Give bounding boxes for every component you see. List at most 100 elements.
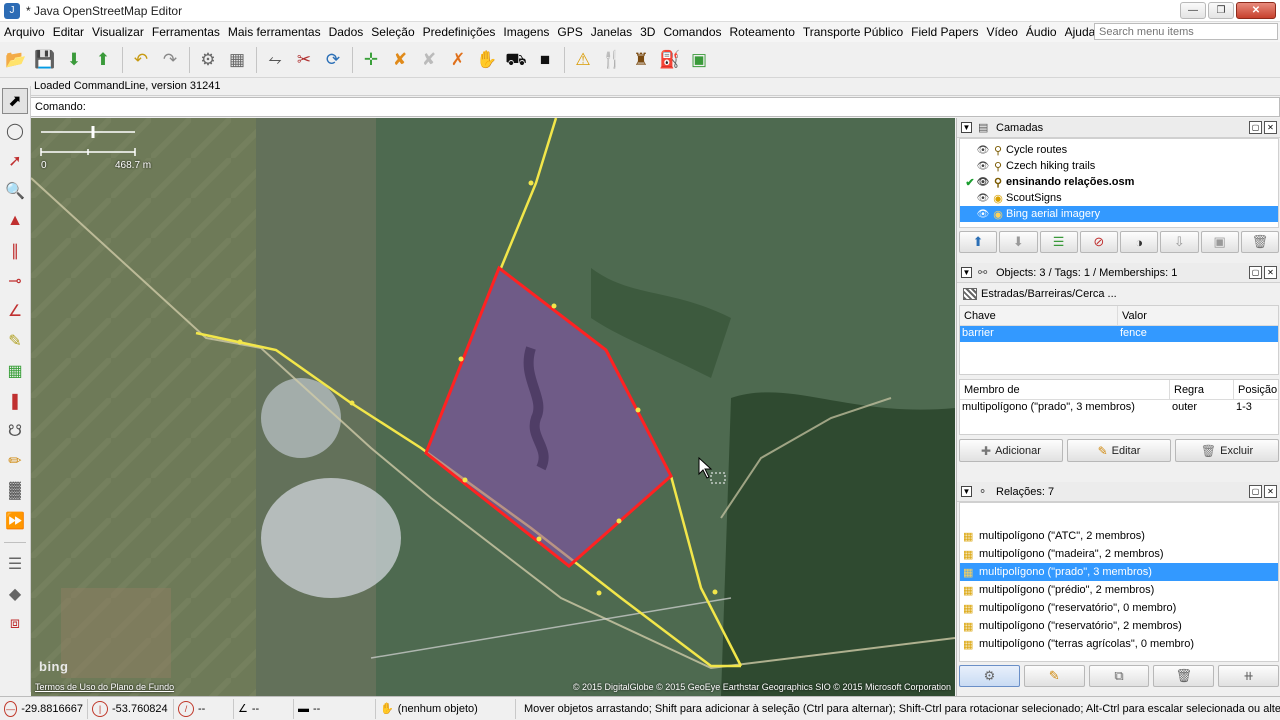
upload-icon[interactable]: ⬆ — [91, 47, 115, 73]
opacity-icon[interactable]: ◑ — [1120, 231, 1159, 253]
bridge-icon[interactable]: ▦ — [2, 358, 28, 384]
orthogonalize-icon[interactable]: ✛ — [359, 47, 383, 73]
warning-icon[interactable]: ⚠ — [571, 47, 595, 73]
parallel-icon[interactable]: ∥ — [2, 238, 28, 264]
map-canvas[interactable] — [31, 118, 955, 696]
measure-icon[interactable]: ∠ — [2, 298, 28, 324]
castle-icon[interactable]: ♜ — [629, 47, 653, 73]
undo-icon[interactable]: ↶ — [129, 47, 153, 73]
layer-ensinando-relacoes[interactable]: ✔ 👁 ⚲ ensinando relações.osm — [960, 174, 1278, 190]
menu-mais-ferramentas[interactable]: Mais ferramentas — [224, 25, 325, 39]
menu-editar[interactable]: Editar — [49, 25, 88, 39]
tag-icon[interactable]: ❚ — [2, 388, 28, 414]
menu-video[interactable]: Vídeo — [983, 25, 1022, 39]
duplicate-relation-icon[interactable]: ⧉ — [1088, 665, 1150, 687]
column-position[interactable]: Posição — [1234, 380, 1278, 399]
building-icon[interactable]: ▲ — [2, 208, 28, 234]
map-view[interactable]: 0 468.7 m bing Termos de Uso do Plano de… — [31, 118, 955, 696]
layer-scoutsigns[interactable]: 👁 ◉ ScoutSigns — [960, 190, 1278, 206]
delete-relation-icon[interactable]: 🗑 — [1153, 665, 1215, 687]
lasso-icon[interactable]: ◯ — [2, 118, 28, 144]
tag-editor-icon[interactable]: ▦ — [225, 47, 249, 73]
relation-icon[interactable]: ✏ — [2, 448, 28, 474]
list-item[interactable]: ▦ multipolígono ("madeira", 2 membros) — [960, 545, 1278, 563]
no-entry-icon[interactable]: ✘ — [417, 47, 441, 73]
restaurant-icon[interactable]: 🍴 — [600, 47, 624, 73]
show-hide-icon[interactable]: ⊘ — [1079, 231, 1118, 253]
factory-icon[interactable]: ⛽ — [658, 47, 682, 73]
cross-icon[interactable]: ✗ — [446, 47, 470, 73]
duplicate-icon[interactable]: ▣ — [1200, 231, 1239, 253]
close-panel-icon[interactable]: ✕ — [1264, 121, 1277, 134]
menu-predefinicoes[interactable]: Predefinições — [419, 25, 500, 39]
list-item[interactable]: ▦ multipolígono ("reservatório", 0 membro… — [960, 599, 1278, 617]
column-member[interactable]: Membro de — [960, 380, 1170, 399]
menu-audio[interactable]: Áudio — [1022, 25, 1061, 39]
detach-icon[interactable]: ▢ — [1249, 485, 1262, 498]
collapse-icon[interactable]: ▼ — [961, 486, 972, 497]
filter-icon[interactable]: ☰ — [2, 551, 28, 577]
menu-selecao[interactable]: Seleção — [367, 25, 418, 39]
save-icon[interactable]: 💾 — [33, 47, 57, 73]
command-line[interactable]: Comando: — [30, 97, 1280, 117]
redo-icon[interactable]: ↷ — [158, 47, 182, 73]
split-way-icon[interactable]: ✂ — [292, 47, 316, 73]
list-item[interactable]: ▦ multipolígono ("prado", 3 membros) — [960, 563, 1278, 581]
eye-icon[interactable]: 👁 — [976, 193, 990, 204]
menu-gps[interactable]: GPS — [553, 25, 586, 39]
menu-roteamento[interactable]: Roteamento — [726, 25, 799, 39]
add-button[interactable]: ✚ Adicionar — [959, 439, 1063, 462]
select-tool-icon[interactable]: ✘ — [388, 47, 412, 73]
improve-way-icon[interactable]: ✎ — [2, 328, 28, 354]
close-panel-icon[interactable]: ✕ — [1264, 485, 1277, 498]
merge-icon[interactable]: ⇩ — [1160, 231, 1199, 253]
draw-icon[interactable]: ➚ — [2, 148, 28, 174]
eye-icon[interactable]: 👁 — [976, 145, 990, 156]
more-icon[interactable]: ▓ — [2, 478, 28, 504]
list-item[interactable]: ▦ multipolígono ("ATC", 2 membros) — [960, 527, 1278, 545]
layer-cycle-routes[interactable]: 👁 ⚲ Cycle routes — [960, 142, 1278, 158]
menu-search-input[interactable] — [1094, 23, 1278, 40]
detach-icon[interactable]: ▢ — [1249, 266, 1262, 279]
activate-icon[interactable]: ☰ — [1039, 231, 1078, 253]
collapse-icon[interactable]: ▼ — [961, 122, 972, 133]
layer-toggle-icon[interactable]: ⏩ — [2, 508, 28, 534]
move-up-icon[interactable]: ⬆ — [959, 231, 998, 253]
refresh-icon[interactable]: ⟳ — [321, 47, 345, 73]
imagery-terms-link[interactable]: Termos de Uso do Plano de Fundo — [35, 682, 174, 692]
bus-icon[interactable]: ■ — [533, 47, 557, 73]
delete-button[interactable]: 🗑 Excluir — [1175, 439, 1279, 462]
column-key[interactable]: Chave — [960, 306, 1118, 325]
menu-ferramentas[interactable]: Ferramentas — [148, 25, 224, 39]
menu-3d[interactable]: 3D — [636, 25, 659, 39]
edit-relation-icon[interactable]: ✎ — [1023, 665, 1085, 687]
select-icon[interactable]: ⬈ — [2, 88, 28, 114]
column-value[interactable]: Valor — [1118, 306, 1278, 325]
hand-icon[interactable]: ✋ — [475, 47, 499, 73]
layer-bing-aerial[interactable]: 👁 ◉ Bing aerial imagery — [960, 206, 1278, 222]
pencil-icon[interactable]: ☋ — [2, 418, 28, 444]
menu-janelas[interactable]: Janelas — [587, 25, 636, 39]
delete-icon[interactable]: 🗑 — [1240, 231, 1279, 253]
move-down-icon[interactable]: ⬇ — [999, 231, 1038, 253]
table-row[interactable]: barrier fence — [960, 326, 1278, 342]
menu-dados[interactable]: Dados — [325, 25, 368, 39]
fullscreen-icon[interactable]: ⧈ — [2, 611, 28, 637]
menu-arquivo[interactable]: Arquivo — [0, 25, 49, 39]
layer-czech-hiking-trails[interactable]: 👁 ⚲ Czech hiking trails — [960, 158, 1278, 174]
collapse-icon[interactable]: ▼ — [961, 267, 972, 278]
list-item[interactable]: ▦ multipolígono ("reservatório", 2 membro… — [960, 617, 1278, 635]
merge-icon[interactable]: ⥊ — [263, 47, 287, 73]
list-item[interactable]: ▦ multipolígono ("terras agrícolas", 0 me… — [960, 635, 1278, 653]
download-icon[interactable]: ⬇ — [62, 47, 86, 73]
new-relation-icon[interactable]: ⚙ — [959, 665, 1020, 687]
eye-icon[interactable]: 👁 — [976, 161, 990, 172]
menu-visualizar[interactable]: Visualizar — [88, 25, 148, 39]
menu-transporte-publico[interactable]: Transporte Público — [799, 25, 907, 39]
menu-field-papers[interactable]: Field Papers — [907, 25, 982, 39]
close-button[interactable]: ✕ — [1236, 2, 1276, 19]
maximize-button[interactable]: ❐ — [1208, 2, 1234, 19]
zoom-icon[interactable]: 🔍 — [2, 178, 28, 204]
save-layer-icon[interactable]: ▣ — [687, 47, 711, 73]
select-members-icon[interactable]: ⧺ — [1218, 665, 1279, 687]
